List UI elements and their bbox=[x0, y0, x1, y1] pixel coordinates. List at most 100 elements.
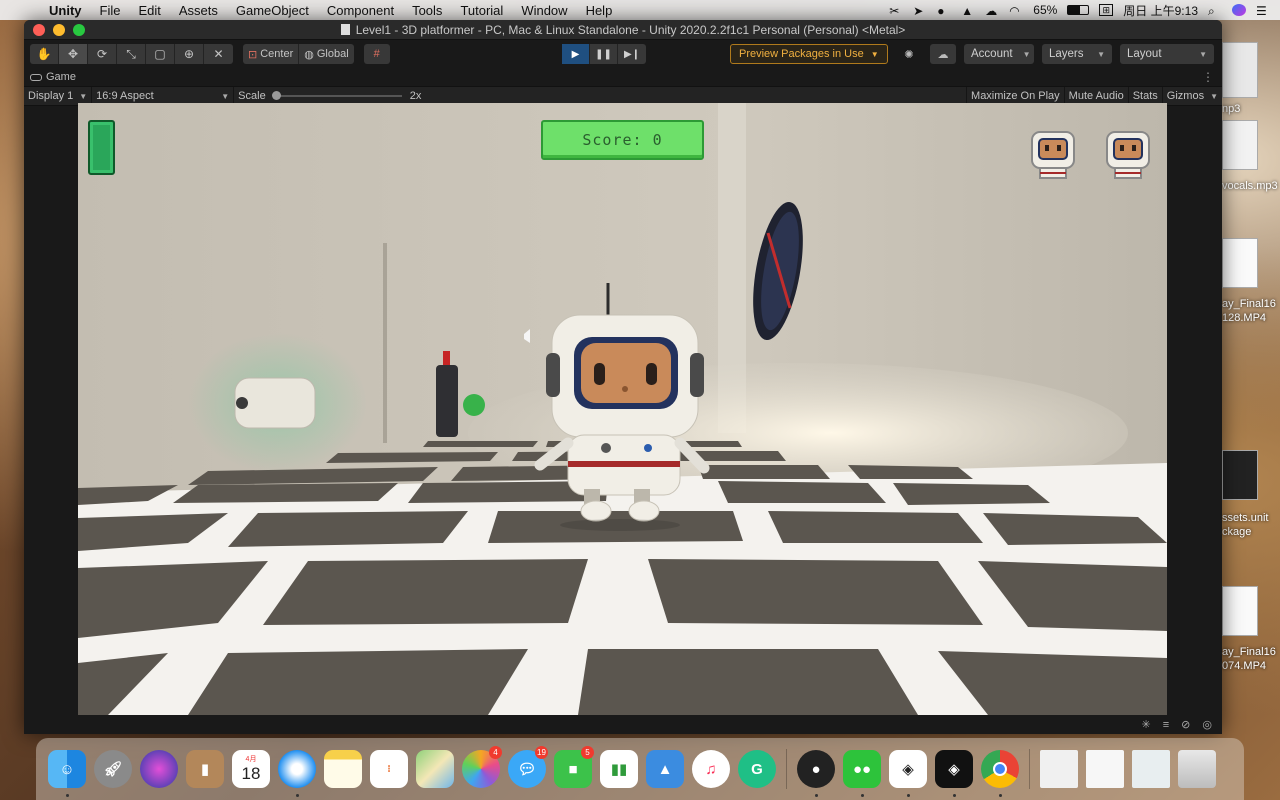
cloud-services-icon[interactable]: ☁ bbox=[930, 44, 956, 64]
siri-icon[interactable] bbox=[1232, 4, 1246, 16]
dock-unity-hub[interactable]: ◈ bbox=[885, 746, 931, 797]
play-button[interactable]: ▶ bbox=[562, 44, 590, 64]
dock-grammarly[interactable]: G bbox=[734, 746, 780, 792]
desktop-file-thumb[interactable] bbox=[1222, 120, 1258, 170]
dock-document-stack[interactable] bbox=[1082, 746, 1128, 792]
menu-gameobject[interactable]: GameObject bbox=[227, 3, 318, 18]
desktop-file-label[interactable]: ckage bbox=[1222, 526, 1251, 538]
bell-icon[interactable]: ▲ bbox=[961, 4, 975, 18]
dock-notes[interactable] bbox=[320, 746, 366, 792]
step-button[interactable]: ▶❙ bbox=[618, 44, 646, 64]
layout-dropdown[interactable]: Layout ▼ bbox=[1120, 44, 1214, 64]
menu-file[interactable]: File bbox=[91, 3, 130, 18]
layout-label: Layout bbox=[1127, 48, 1162, 60]
dock-photos[interactable]: 4 bbox=[458, 746, 504, 792]
scale-slider[interactable] bbox=[271, 91, 402, 100]
menu-tutorial[interactable]: Tutorial bbox=[451, 3, 512, 18]
window-title-text: Level1 - 3D platformer - PC, Mac & Linux… bbox=[355, 22, 906, 37]
grid-snap-icon[interactable]: # bbox=[363, 44, 390, 64]
dock-messages[interactable]: 💬︎ 19 bbox=[504, 746, 550, 792]
running-dot bbox=[814, 794, 818, 797]
dock-unity[interactable]: ◈ bbox=[931, 746, 977, 797]
stack-icon[interactable]: ≡ bbox=[1163, 719, 1169, 731]
desktop-file-label[interactable]: 128.MP4 bbox=[1222, 312, 1266, 324]
input-method-icon[interactable]: ⊞ bbox=[1099, 4, 1114, 16]
desktop-file-label[interactable]: ay_Final16 bbox=[1222, 646, 1276, 658]
desktop-file-thumb[interactable] bbox=[1222, 238, 1258, 288]
music-note-icon: ♫ bbox=[692, 750, 730, 788]
pivot-global-button[interactable]: ◍ Global bbox=[299, 44, 353, 64]
dock-siri[interactable] bbox=[136, 746, 182, 792]
desktop-file-label[interactable]: ssets.unit bbox=[1222, 512, 1268, 524]
pivot-center-button[interactable]: ⊡ Center bbox=[243, 44, 300, 64]
aspect-label: 16:9 Aspect bbox=[96, 90, 154, 102]
menubar-clock[interactable]: 周日 上午9:13 bbox=[1123, 2, 1198, 19]
dock-music[interactable]: ♫ bbox=[688, 746, 734, 792]
menu-edit[interactable]: Edit bbox=[129, 3, 169, 18]
dock-contacts[interactable]: ▮ bbox=[182, 746, 228, 792]
dock-maps[interactable] bbox=[412, 746, 458, 792]
dock-reminders[interactable]: ⁝ bbox=[366, 746, 412, 792]
pause-button[interactable]: ❚❚ bbox=[590, 44, 618, 64]
dock-finder[interactable]: ☺ bbox=[44, 746, 90, 797]
menu-tools[interactable]: Tools bbox=[403, 3, 451, 18]
menu-help[interactable]: Help bbox=[577, 3, 622, 18]
dock-keynote[interactable]: ▲ bbox=[642, 746, 688, 792]
cloud-icon[interactable]: ☁ bbox=[985, 4, 999, 18]
notification-center-icon[interactable]: ☰ bbox=[1256, 4, 1270, 18]
health-bar bbox=[88, 120, 115, 175]
battery-icon[interactable] bbox=[1067, 5, 1090, 15]
no-entry-icon[interactable]: ⊘ bbox=[1181, 718, 1190, 731]
send-icon[interactable]: ➤ bbox=[913, 4, 927, 18]
preview-packages-button[interactable]: Preview Packages in Use ▼ bbox=[730, 44, 888, 64]
desktop-file-thumb[interactable] bbox=[1222, 586, 1258, 636]
menu-assets[interactable]: Assets bbox=[170, 3, 227, 18]
custom-tool-icon[interactable]: ✕ bbox=[204, 44, 233, 64]
account-dropdown[interactable]: Account ▼ bbox=[964, 44, 1034, 64]
dock-wechat[interactable]: ●● bbox=[839, 746, 885, 797]
pivot-global-label: Global bbox=[316, 48, 349, 60]
desktop-file-label[interactable]: 074.MP4 bbox=[1222, 660, 1266, 672]
collab-icon[interactable]: ✺ bbox=[896, 44, 922, 64]
rect-tool-icon[interactable]: ▢ bbox=[146, 44, 175, 64]
tab-game[interactable]: Game bbox=[46, 71, 76, 83]
canister-cap bbox=[443, 351, 450, 365]
move-tool-icon[interactable]: ✥ bbox=[59, 44, 88, 64]
more-options-icon[interactable]: ⋮ bbox=[1202, 70, 1214, 84]
hand-tool-icon[interactable]: ✋ bbox=[30, 44, 59, 64]
dock-trash[interactable] bbox=[1174, 746, 1220, 792]
calendar-day: 18 bbox=[241, 764, 261, 783]
desktop-file-label[interactable]: vocals.mp3 bbox=[1222, 180, 1278, 192]
wechat-icon[interactable]: ● bbox=[937, 4, 951, 18]
menu-window[interactable]: Window bbox=[512, 3, 576, 18]
dock-document-stack[interactable] bbox=[1128, 746, 1174, 792]
desktop-file-label[interactable]: np3 bbox=[1222, 103, 1240, 115]
check-circle-icon[interactable]: ◎ bbox=[1202, 718, 1212, 731]
dock-facetime[interactable]: ■ 5 bbox=[550, 746, 596, 792]
bug-icon[interactable]: ✳ bbox=[1142, 718, 1151, 731]
scissors-icon[interactable]: ✂ bbox=[889, 4, 903, 18]
desktop-file-thumb[interactable] bbox=[1222, 450, 1258, 500]
desktop-file-label[interactable]: ay_Final16 bbox=[1222, 298, 1276, 310]
menu-app-name[interactable]: Unity bbox=[40, 3, 91, 18]
dock-qq[interactable]: ● bbox=[793, 746, 839, 797]
dock-safari[interactable]: ✦ bbox=[274, 746, 320, 797]
desktop-file-thumb[interactable] bbox=[1222, 42, 1258, 98]
dock-numbers[interactable]: ▮▮ bbox=[596, 746, 642, 792]
wifi-icon[interactable]: ◠ bbox=[1009, 4, 1023, 18]
transform-tool-icon[interactable]: ⊕ bbox=[175, 44, 204, 64]
dock-chrome[interactable] bbox=[977, 746, 1023, 797]
scale-tool-icon[interactable]: ⤡ bbox=[117, 44, 146, 64]
dock-document-stack[interactable] bbox=[1036, 746, 1082, 792]
scale-slider-knob[interactable] bbox=[271, 91, 281, 100]
unity-editor-window: Level1 - 3D platformer - PC, Mac & Linux… bbox=[24, 20, 1222, 734]
menu-component[interactable]: Component bbox=[318, 3, 403, 18]
gizmos-dropdown[interactable]: Gizmos ▼ bbox=[1161, 87, 1222, 105]
dock-launchpad[interactable]: 🚀︎ bbox=[90, 746, 136, 792]
game-viewport[interactable]: Score: 0 bbox=[78, 103, 1167, 715]
spotlight-search-icon[interactable]: ⌕ bbox=[1208, 4, 1222, 18]
layers-dropdown[interactable]: Layers ▼ bbox=[1042, 44, 1112, 64]
rotate-tool-icon[interactable]: ⟳ bbox=[88, 44, 117, 64]
battery-percent: 65% bbox=[1033, 3, 1058, 17]
dock-calendar[interactable]: 4月 18 bbox=[228, 746, 274, 792]
